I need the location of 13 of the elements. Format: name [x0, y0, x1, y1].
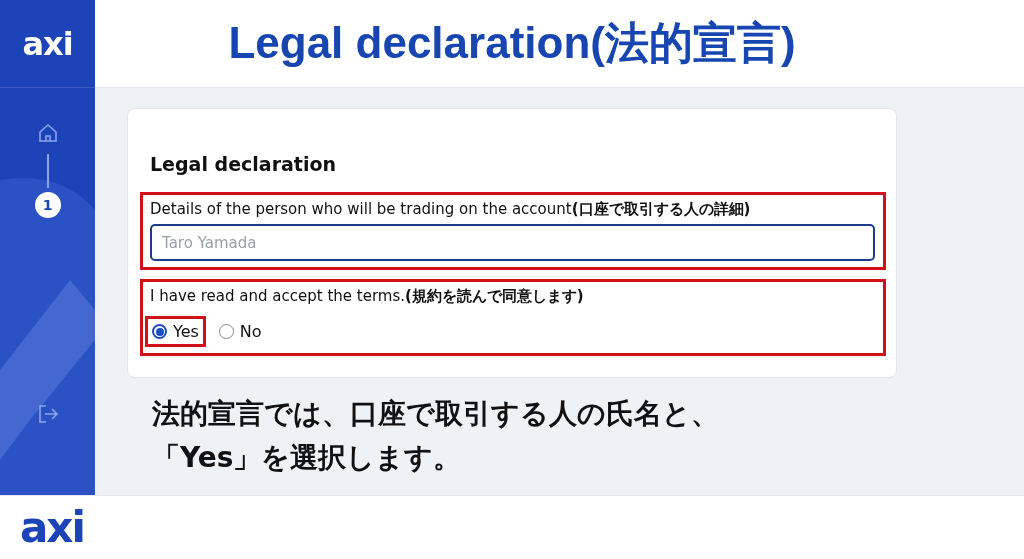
logo: axi [20, 503, 84, 552]
radio-option[interactable]: Yes [145, 316, 206, 347]
field-label: Details of the person who will be trading on the account(口座で取引する人の詳細) [150, 200, 752, 219]
home-icon[interactable] [36, 122, 59, 144]
field-label: I have read and accept the terms.(規約を読んで同意します) [150, 287, 585, 306]
caption-text: 法的宣言では、口座で取引する人の氏名と、 [152, 396, 720, 432]
logout-icon[interactable] [36, 404, 59, 424]
form-heading: Legal declaration [150, 153, 337, 175]
slide-title: Legal declaration(法的宣言) [228, 17, 796, 69]
caption-text: 「Yes」を選択します。 [152, 440, 463, 476]
logo: axi [22, 24, 73, 63]
radio-option[interactable]: No [211, 316, 269, 347]
name-input-field[interactable]: Taro Yamada [150, 224, 875, 261]
